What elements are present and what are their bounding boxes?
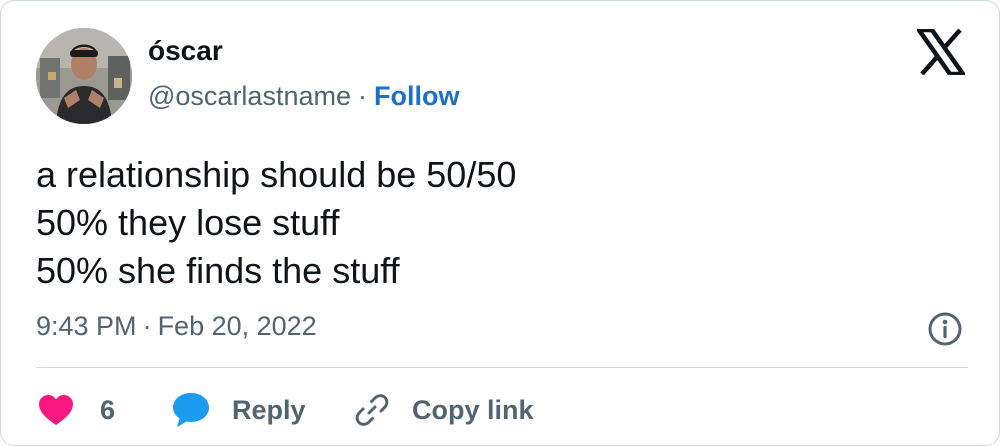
heart-icon xyxy=(39,395,73,425)
tweet-date: Feb 20, 2022 xyxy=(157,311,317,341)
timestamp-separator: · xyxy=(142,311,152,341)
tweet-actions: 6 Reply Copy link xyxy=(36,386,976,434)
tweet-text: a relationship should be 50/50 50% they … xyxy=(36,151,516,295)
tweet-line: a relationship should be 50/50 xyxy=(36,154,517,195)
tweet-timestamp[interactable]: 9:43 PM · Feb 20, 2022 xyxy=(36,311,317,342)
info-icon[interactable] xyxy=(927,311,963,347)
tweet-card: óscar @oscarlastname · Follow a relationsh… xyxy=(0,0,1000,446)
author-handle[interactable]: @oscarlastname xyxy=(148,81,351,111)
handle-separator: · xyxy=(358,81,367,111)
avatar-photo xyxy=(36,28,132,124)
speech-bubble-icon xyxy=(173,393,209,427)
reply-label: Reply xyxy=(232,394,306,425)
like-button[interactable]: 6 xyxy=(38,386,115,434)
link-icon xyxy=(355,394,389,426)
reply-button[interactable]: Reply xyxy=(172,386,306,434)
x-logo-icon[interactable] xyxy=(914,27,968,77)
author-handle-row: @oscarlastname · Follow xyxy=(148,81,459,112)
follow-button[interactable]: Follow xyxy=(374,81,459,111)
author-display-name[interactable]: óscar xyxy=(148,35,223,67)
tweet-line: 50% they lose stuff xyxy=(36,202,340,243)
avatar[interactable] xyxy=(36,28,132,124)
divider xyxy=(36,367,968,368)
like-count: 6 xyxy=(100,394,116,425)
copy-link-label: Copy link xyxy=(412,394,534,425)
copy-link-button[interactable]: Copy link xyxy=(354,386,534,434)
tweet-line: 50% she finds the stuff xyxy=(36,250,400,291)
tweet-time: 9:43 PM xyxy=(36,311,137,341)
